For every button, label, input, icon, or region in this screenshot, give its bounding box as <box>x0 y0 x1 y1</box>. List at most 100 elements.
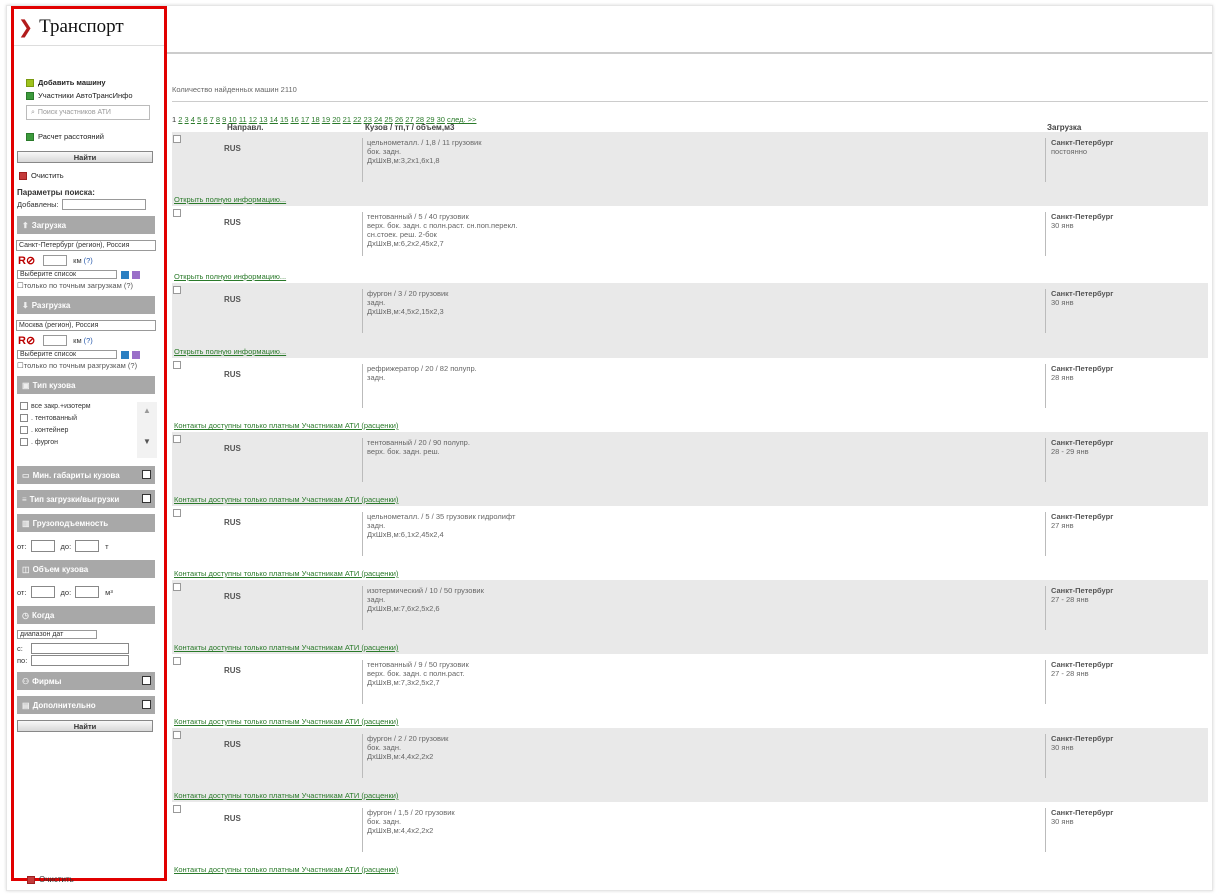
date-from-input[interactable] <box>30 642 129 654</box>
row-checkbox[interactable] <box>173 657 181 665</box>
date-range-select[interactable]: диапазон дат <box>17 630 97 639</box>
row-info-link[interactable]: Открыть полную информацию... <box>174 195 286 204</box>
square-bullet-icon <box>26 78 34 87</box>
extra-icon: ▤ <box>22 700 30 710</box>
extra-checkbox[interactable] <box>142 700 151 709</box>
scroll-up-icon[interactable]: ▲ <box>137 406 157 415</box>
row-info-link[interactable]: Контакты доступны только платным Участни… <box>174 717 398 726</box>
loading-list-select[interactable]: Выберите список <box>17 270 117 279</box>
loading-cell: Санкт-Петербург постоянно <box>1045 138 1212 182</box>
body-cell: тентованный / 20 / 90 полупр. верх. бок. … <box>362 438 1037 482</box>
find-button-bottom[interactable]: Найти <box>17 720 153 732</box>
page-link[interactable]: 17 <box>301 115 309 124</box>
page-link[interactable]: 19 <box>322 115 330 124</box>
loading-address-input[interactable]: Санкт-Петербург (регион), Россия <box>16 240 156 251</box>
add-list-icon[interactable] <box>121 270 129 279</box>
load-type-section[interactable]: ≡ Тип загрузки/выгрузки <box>17 490 155 508</box>
page-link[interactable]: 18 <box>311 115 319 124</box>
row-checkbox[interactable] <box>173 135 181 143</box>
page-link[interactable]: 7 <box>210 115 214 124</box>
help-link[interactable]: (?) <box>84 336 93 345</box>
page-link[interactable]: 3 <box>185 115 189 124</box>
body-line: цельнометалл. / 5 / 35 грузовик гидролиф… <box>367 512 516 521</box>
row-info-link[interactable]: Контакты доступны только платным Участни… <box>174 865 398 874</box>
find-button[interactable]: Найти <box>17 151 153 163</box>
min-dims-checkbox[interactable] <box>142 470 151 479</box>
row-checkbox[interactable] <box>173 209 181 217</box>
add-car-link[interactable]: Добавить машину <box>14 76 164 89</box>
add-list-icon[interactable] <box>121 350 129 359</box>
row-checkbox[interactable] <box>173 731 181 739</box>
loading-cell: Санкт-Петербург 30 янв <box>1045 808 1212 852</box>
exact-unloading-checkbox[interactable]: ☐только по точным разгрузкам (?) <box>14 361 164 370</box>
square-bullet-icon <box>26 91 34 100</box>
body-line: задн. <box>367 595 386 604</box>
volume-from-input[interactable] <box>30 586 55 598</box>
edit-list-icon[interactable] <box>132 270 140 279</box>
body-line: рефрижератор / 20 / 82 полупр. <box>367 364 477 373</box>
when-section[interactable]: ◷ Когда <box>17 606 155 624</box>
clear-link[interactable]: Очистить <box>14 169 164 182</box>
edit-list-icon[interactable] <box>132 350 140 359</box>
page-link[interactable]: 8 <box>216 115 220 124</box>
unloading-radius-input[interactable] <box>43 335 68 346</box>
row-info-link[interactable]: Открыть полную информацию... <box>174 272 286 281</box>
direction-cell: RUS <box>224 218 241 227</box>
volume-section[interactable]: ◫ Объем кузова <box>17 560 155 578</box>
unloading-section[interactable]: ⬇ Разгрузка <box>17 296 155 314</box>
volume-to-input[interactable] <box>75 586 100 598</box>
added-select[interactable] <box>61 199 146 210</box>
help-link[interactable]: (?) <box>84 256 93 265</box>
row-checkbox[interactable] <box>173 361 181 369</box>
loading-date: 27 - 28 янв <box>1051 669 1089 678</box>
members-search-input[interactable]: ⌕ Поиск участников АТИ <box>26 105 150 120</box>
body-type-scrollbar[interactable]: ▲ ▼ <box>137 402 157 458</box>
page-link[interactable]: 9 <box>222 115 226 124</box>
loading-section[interactable]: ⬆ Загрузка <box>17 216 155 234</box>
scroll-down-icon[interactable]: ▼ <box>137 437 157 446</box>
min-dims-section[interactable]: ▭ Мин. габариты кузова <box>17 466 155 484</box>
page-link[interactable]: 6 <box>203 115 207 124</box>
row-info-link[interactable]: Контакты доступны только платным Участни… <box>174 569 398 578</box>
row-checkbox[interactable] <box>173 435 181 443</box>
row-info-link[interactable]: Контакты доступны только платным Участни… <box>174 421 398 430</box>
members-link[interactable]: Участники АвтоТрансИнфо <box>14 89 164 102</box>
row-info-link[interactable]: Контакты доступны только платным Участни… <box>174 791 398 800</box>
extra-section[interactable]: ▤ Дополнительно <box>17 696 155 714</box>
capacity-to-input[interactable] <box>75 540 100 552</box>
distance-link[interactable]: Расчет расстояний <box>14 130 164 143</box>
exact-loading-checkbox[interactable]: ☐только по точным загрузкам (?) <box>14 281 164 290</box>
page-link[interactable]: 22 <box>353 115 361 124</box>
firms-checkbox[interactable] <box>142 676 151 685</box>
capacity-from-input[interactable] <box>30 540 55 552</box>
page-link[interactable]: 5 <box>197 115 201 124</box>
unloading-address-input[interactable]: Москва (регион), Россия <box>16 320 156 331</box>
row-checkbox[interactable] <box>173 805 181 813</box>
capacity-section[interactable]: ▥ Грузоподъемность <box>17 514 155 532</box>
firms-section[interactable]: ⚇ Фирмы <box>17 672 155 690</box>
unloading-list-select[interactable]: Выберите список <box>17 350 117 359</box>
loading-radius-input[interactable] <box>43 255 68 266</box>
page-link[interactable]: 14 <box>270 115 278 124</box>
row-info-link[interactable]: Контакты доступны только платным Участни… <box>174 495 398 504</box>
row-info-link[interactable]: Открыть полную информацию... <box>174 347 286 356</box>
loading-date: 28 - 29 янв <box>1051 447 1089 456</box>
page-link[interactable]: 15 <box>280 115 288 124</box>
row-info-link[interactable]: Контакты доступны только платным Участни… <box>174 643 398 652</box>
page-link[interactable]: 20 <box>332 115 340 124</box>
body-line: фургон / 3 / 20 грузовик <box>367 289 449 298</box>
body-cell: фургон / 3 / 20 грузовик задн. ДхШхВ,м:4,5… <box>362 289 1037 333</box>
page-link[interactable]: 4 <box>191 115 195 124</box>
body-cell: цельнометалл. / 1,8 / 11 грузовик бок. за… <box>362 138 1037 182</box>
date-to-input[interactable] <box>31 654 130 666</box>
page-link[interactable]: 16 <box>290 115 298 124</box>
page-link[interactable]: 21 <box>343 115 351 124</box>
clear-link-bottom[interactable]: Очистить <box>27 875 74 884</box>
load-type-checkbox[interactable] <box>142 494 151 503</box>
page-link[interactable]: 2 <box>178 115 182 124</box>
direction-cell: RUS <box>224 144 241 153</box>
row-checkbox[interactable] <box>173 509 181 517</box>
row-checkbox[interactable] <box>173 286 181 294</box>
row-checkbox[interactable] <box>173 583 181 591</box>
body-type-section[interactable]: ▣ Тип кузова <box>17 376 155 394</box>
